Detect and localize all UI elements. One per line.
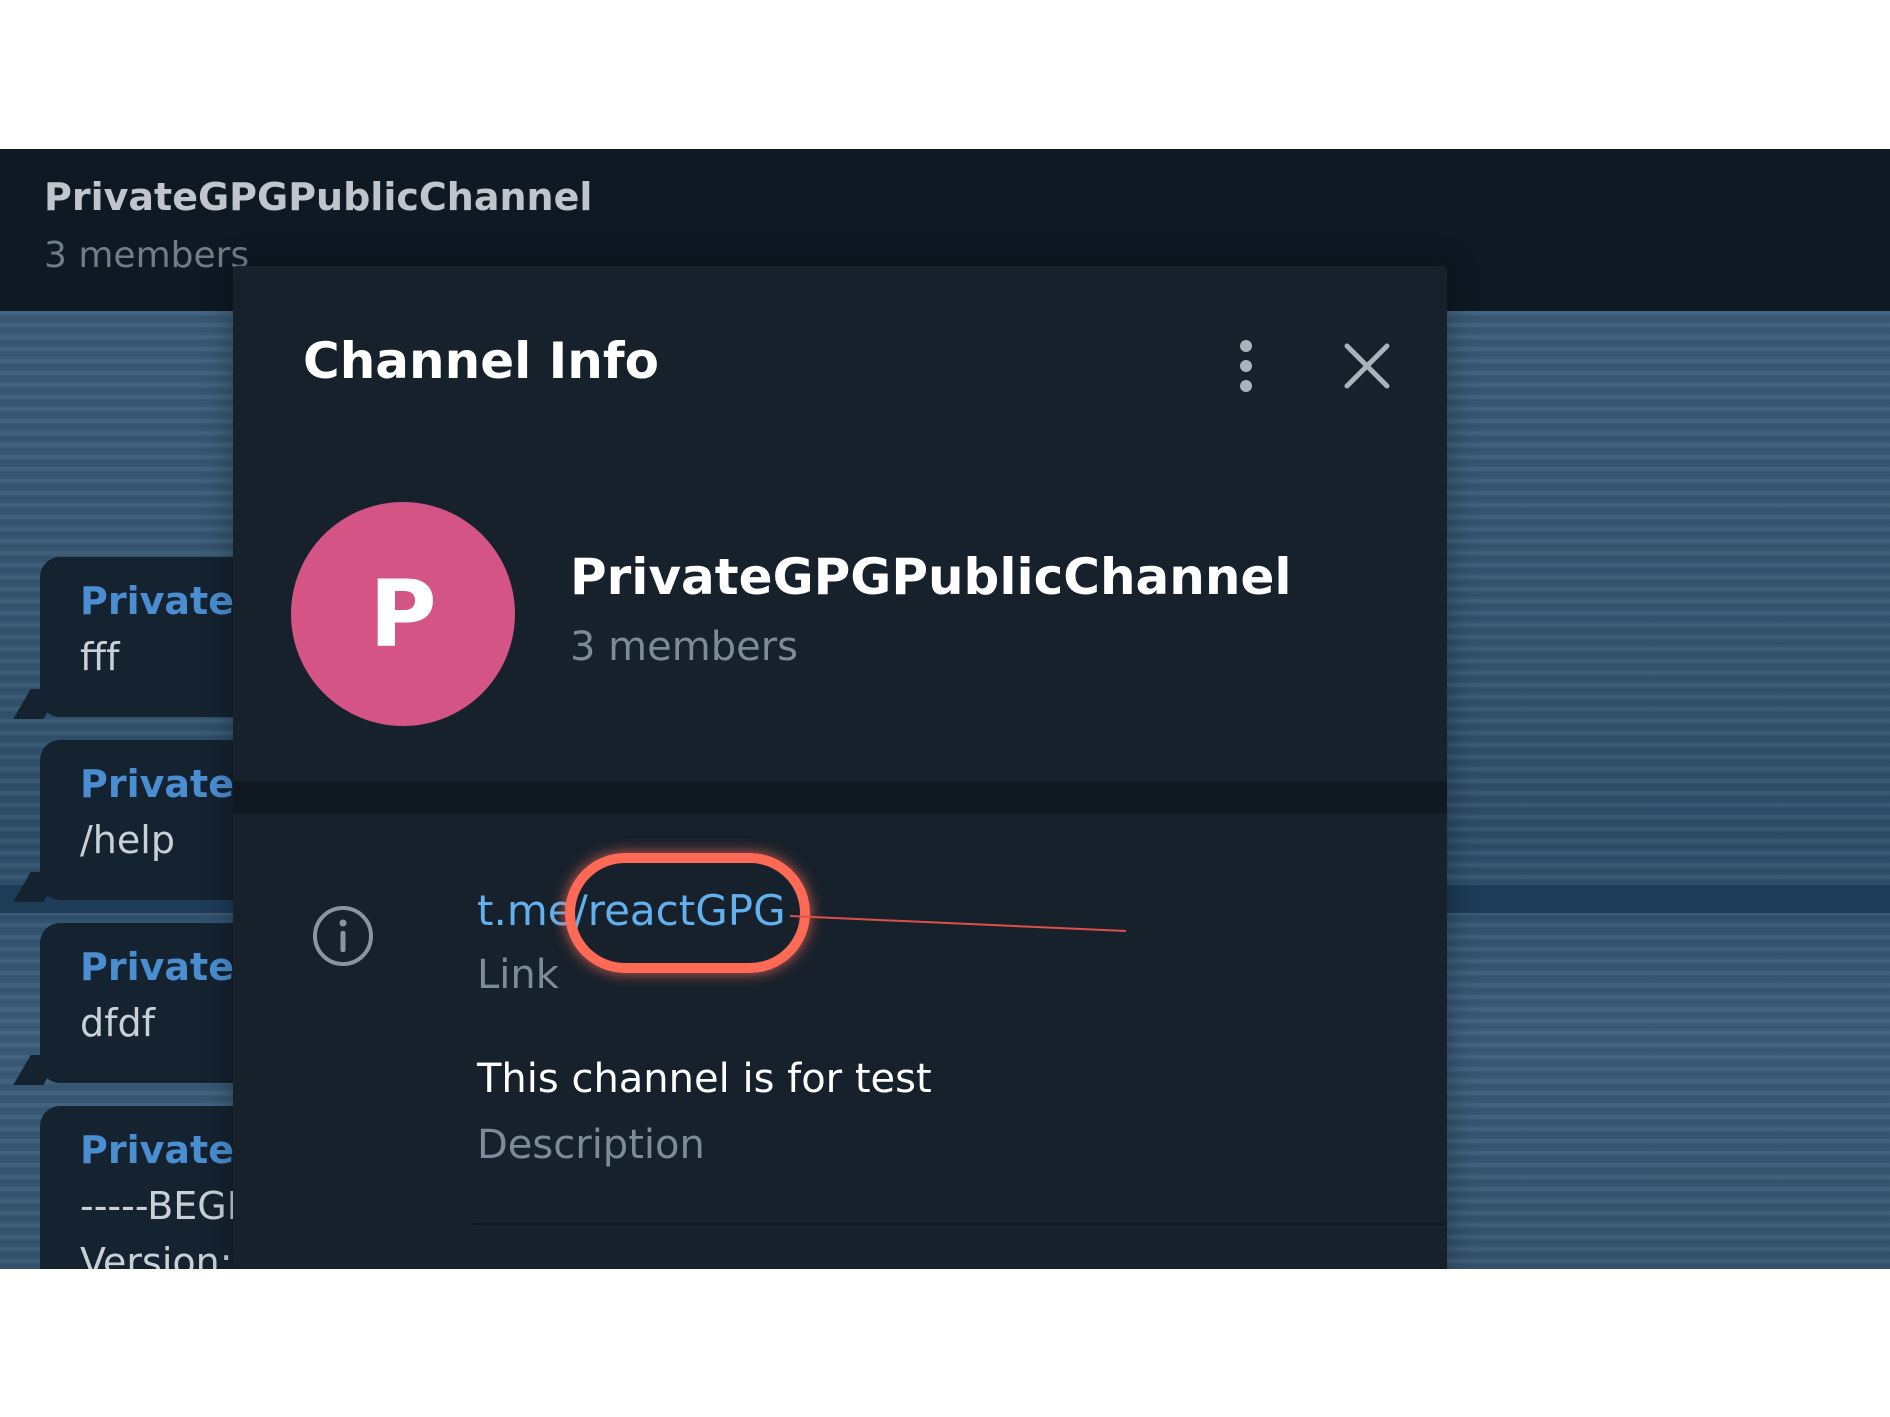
- message-text: dfdf: [80, 1001, 155, 1045]
- section-divider: [233, 781, 1447, 813]
- channel-info-panel: Channel Info P PrivateGPGPublicChannel 3…: [233, 266, 1447, 1269]
- telegram-window: PrivateGPGPublicChannel 3 members Privat…: [0, 149, 1890, 1269]
- info-icon: [313, 906, 373, 966]
- channel-name: PrivateGPGPublicChannel: [570, 548, 1292, 606]
- row-divider: [473, 1223, 1447, 1225]
- channel-link[interactable]: t.me/reactGPG: [477, 886, 786, 935]
- close-icon: [1344, 343, 1390, 389]
- close-button[interactable]: [1327, 326, 1407, 406]
- more-options-button[interactable]: [1211, 326, 1281, 406]
- channel-link-label: Link: [477, 952, 559, 998]
- channel-avatar[interactable]: P: [291, 502, 515, 726]
- chat-title: PrivateGPGPublicChannel: [44, 175, 593, 219]
- channel-description: This channel is for test: [477, 1056, 932, 1102]
- message-text: -----BEGI: [80, 1184, 238, 1228]
- message-text: fff: [80, 635, 120, 679]
- panel-title: Channel Info: [303, 332, 659, 390]
- chat-member-count: 3 members: [44, 235, 250, 276]
- message-text: /help: [80, 818, 175, 862]
- channel-description-label: Description: [477, 1122, 705, 1168]
- more-vertical-icon: [1240, 340, 1252, 392]
- channel-member-count: 3 members: [570, 624, 798, 670]
- message-text-line2: Version:: [80, 1240, 233, 1269]
